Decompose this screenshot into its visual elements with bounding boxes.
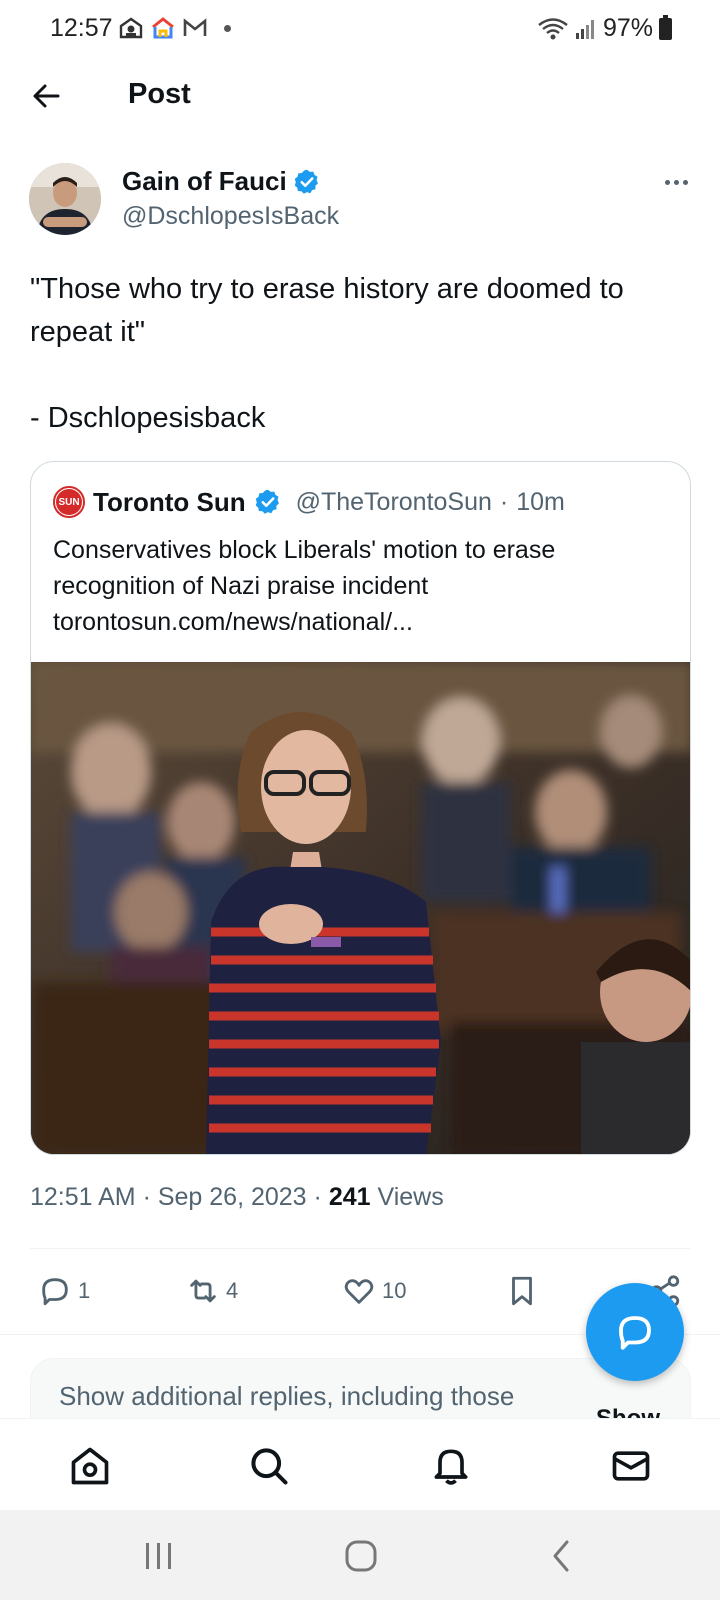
repost-count: 4 bbox=[226, 1278, 239, 1303]
verified-badge-icon bbox=[294, 169, 318, 194]
home-icon bbox=[71, 1447, 109, 1485]
battery-icon bbox=[659, 14, 672, 40]
nav-home[interactable] bbox=[67, 1443, 113, 1489]
google-home-icon bbox=[150, 15, 176, 41]
post-timestamp: 12:51 AM · Sep 26, 2023 · bbox=[30, 1183, 329, 1211]
back-button[interactable] bbox=[24, 74, 68, 118]
quoted-post-card[interactable]: SUN Toronto Sun @TheTorontoSun · 10m Con… bbox=[30, 461, 691, 1155]
more-dot-icon bbox=[673, 179, 679, 185]
home-button[interactable] bbox=[339, 1538, 383, 1574]
compose-reply-fab[interactable] bbox=[586, 1283, 684, 1381]
post-text-line: "Those who try to erase history are doom… bbox=[30, 273, 624, 305]
like-count: 10 bbox=[382, 1278, 407, 1303]
status-bar: 12:57 97% bbox=[0, 0, 720, 60]
author-avatar[interactable] bbox=[29, 163, 101, 235]
post-signature: - Dschlopesisback bbox=[30, 402, 266, 434]
author-handle[interactable]: @DschlopesIsBack bbox=[122, 202, 339, 231]
reply-icon bbox=[42, 1278, 68, 1306]
nav-search[interactable] bbox=[246, 1443, 292, 1489]
notification-dot bbox=[224, 24, 231, 32]
quoted-text-line: recognition of Nazi praise incident bbox=[53, 572, 429, 600]
more-dot-icon bbox=[682, 179, 688, 185]
recent-apps-icon bbox=[146, 1543, 171, 1569]
battery-percent: 97% bbox=[602, 14, 653, 42]
page-title: Post bbox=[128, 78, 191, 110]
nav-notifications[interactable] bbox=[428, 1443, 474, 1489]
quoted-post-text: Conservatives block Liberals' motion to … bbox=[53, 532, 673, 640]
arrow-left-icon bbox=[33, 84, 60, 108]
quoted-author-name: Toronto Sun bbox=[93, 486, 246, 517]
mail-icon bbox=[612, 1451, 650, 1481]
home-circle-icon bbox=[345, 1540, 377, 1572]
quoted-post-header: SUN Toronto Sun @TheTorontoSun · 10m bbox=[53, 486, 565, 518]
top-app-bar: Post bbox=[0, 60, 720, 132]
toronto-sun-logo: SUN bbox=[53, 486, 85, 518]
divider bbox=[30, 1248, 690, 1249]
heart-icon bbox=[344, 1279, 374, 1304]
additional-replies-text: Show additional replies, including those bbox=[59, 1381, 515, 1411]
post-text-line: repeat it" bbox=[30, 316, 146, 348]
post-meta: 12:51 AM · Sep 26, 2023 · 241 Views bbox=[30, 1183, 444, 1212]
gmail-icon bbox=[182, 15, 208, 41]
views-label: Views bbox=[370, 1183, 444, 1211]
quoted-text-line: Conservatives block Liberals' motion to … bbox=[53, 536, 556, 564]
nav-messages[interactable] bbox=[608, 1443, 654, 1489]
bottom-navigation bbox=[0, 1418, 720, 1510]
system-navigation-bar bbox=[0, 1510, 720, 1600]
quoted-post-time: 10m bbox=[516, 487, 565, 516]
quoted-author-handle: @TheTorontoSun bbox=[295, 487, 492, 516]
chat-bubble-icon bbox=[619, 1316, 651, 1350]
reply-button[interactable]: 1 bbox=[38, 1274, 90, 1308]
bookmark-icon bbox=[512, 1276, 532, 1306]
post-text: "Those who try to erase history are doom… bbox=[30, 268, 690, 440]
post-screen: 12:57 97% Post Gain of Fauci @DschlopesI… bbox=[0, 0, 720, 1600]
separator-dot: · bbox=[499, 487, 509, 516]
wifi-icon bbox=[538, 17, 568, 39]
quoted-link: torontosun.com/news/national/... bbox=[53, 608, 413, 636]
repost-button[interactable]: 4 bbox=[186, 1274, 238, 1308]
views-count: 241 bbox=[328, 1183, 371, 1211]
quoted-post-image[interactable] bbox=[31, 662, 690, 1154]
chevron-left-icon bbox=[553, 1540, 569, 1572]
verified-badge-icon bbox=[255, 489, 279, 514]
system-back-button[interactable] bbox=[540, 1538, 584, 1574]
drive-icon bbox=[118, 15, 144, 41]
status-right: 97% bbox=[537, 14, 672, 43]
signal-icon bbox=[575, 19, 594, 39]
bell-icon bbox=[434, 1449, 468, 1485]
more-options-button[interactable] bbox=[658, 168, 694, 196]
status-time: 12:57 bbox=[50, 14, 113, 42]
author-name-text: Gain of Fauci bbox=[122, 166, 287, 196]
search-icon bbox=[251, 1448, 288, 1485]
status-notification-icons bbox=[118, 15, 231, 41]
bookmark-button[interactable] bbox=[505, 1274, 539, 1308]
repost-icon bbox=[190, 1279, 216, 1303]
like-button[interactable]: 10 bbox=[342, 1274, 406, 1308]
author-name[interactable]: Gain of Fauci bbox=[122, 166, 321, 197]
recent-apps-button[interactable] bbox=[137, 1538, 181, 1574]
reply-count: 1 bbox=[78, 1278, 91, 1303]
more-dot-icon bbox=[664, 179, 670, 185]
